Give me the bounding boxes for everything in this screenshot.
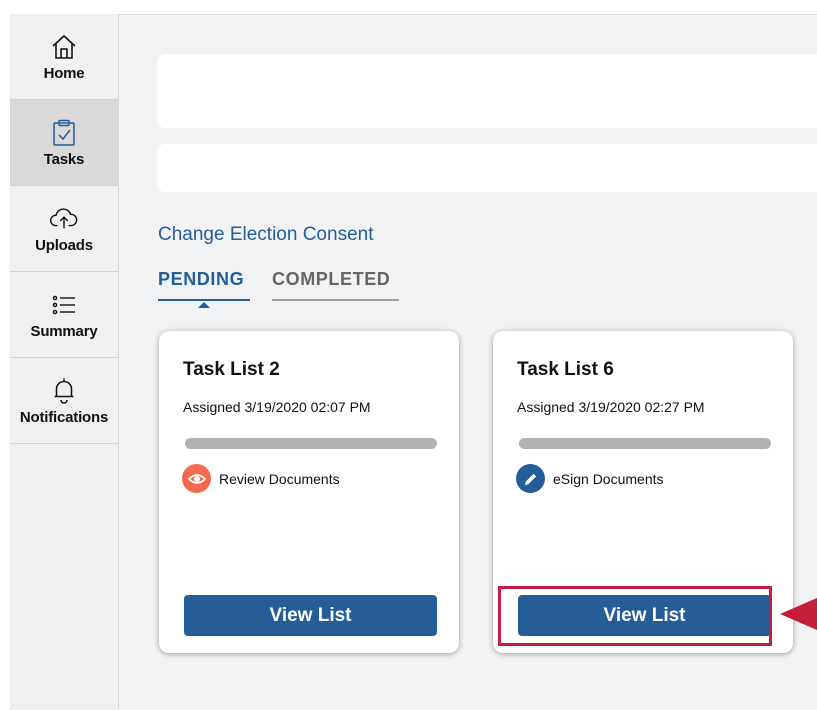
clipboard-check-icon [49,118,79,148]
card-title: Task List 2 [183,359,280,380]
task-card: Task List 2 Assigned 3/19/2020 02:07 PM … [159,331,459,653]
eye-icon [182,464,211,493]
sidebar-item-label: Uploads [35,236,93,254]
header-panel [157,54,817,128]
sidebar-item-notifications[interactable]: Notifications [10,358,118,444]
sidebar-item-label: Notifications [19,408,109,426]
highlight-box [498,586,772,646]
tab-completed[interactable]: COMPLETED [272,269,399,301]
progress-bar [185,438,437,449]
status-label: eSign Documents [553,470,664,487]
pencil-icon [516,464,545,493]
section-title: Change Election Consent [158,224,374,245]
assigned-date: Assigned 3/19/2020 02:27 PM [517,399,705,415]
subheader-panel [157,144,817,192]
sidebar: Home Tasks Uploads Summary Notifications [10,14,119,709]
sidebar-item-summary[interactable]: Summary [10,272,118,358]
home-icon [49,32,79,62]
assigned-date: Assigned 3/19/2020 02:07 PM [183,399,371,415]
view-list-button[interactable]: View List [184,595,437,636]
list-icon [49,290,79,320]
sidebar-item-uploads[interactable]: Uploads [10,186,118,272]
tab-pending[interactable]: PENDING [158,269,250,301]
status-label: Review Documents [219,470,340,487]
progress-bar [519,438,771,449]
task-status: eSign Documents [516,464,664,493]
sidebar-item-tasks[interactable]: Tasks [10,100,118,186]
active-tab-caret-icon [198,302,210,308]
cloud-upload-icon [49,204,79,234]
sidebar-item-home[interactable]: Home [10,14,118,100]
pointer-arrow-icon [780,598,817,630]
bell-icon [49,376,79,406]
card-title: Task List 6 [517,359,614,380]
sidebar-item-label: Tasks [43,150,85,168]
sidebar-item-label: Home [43,64,85,82]
sidebar-item-label: Summary [30,322,98,340]
task-status: Review Documents [182,464,340,493]
